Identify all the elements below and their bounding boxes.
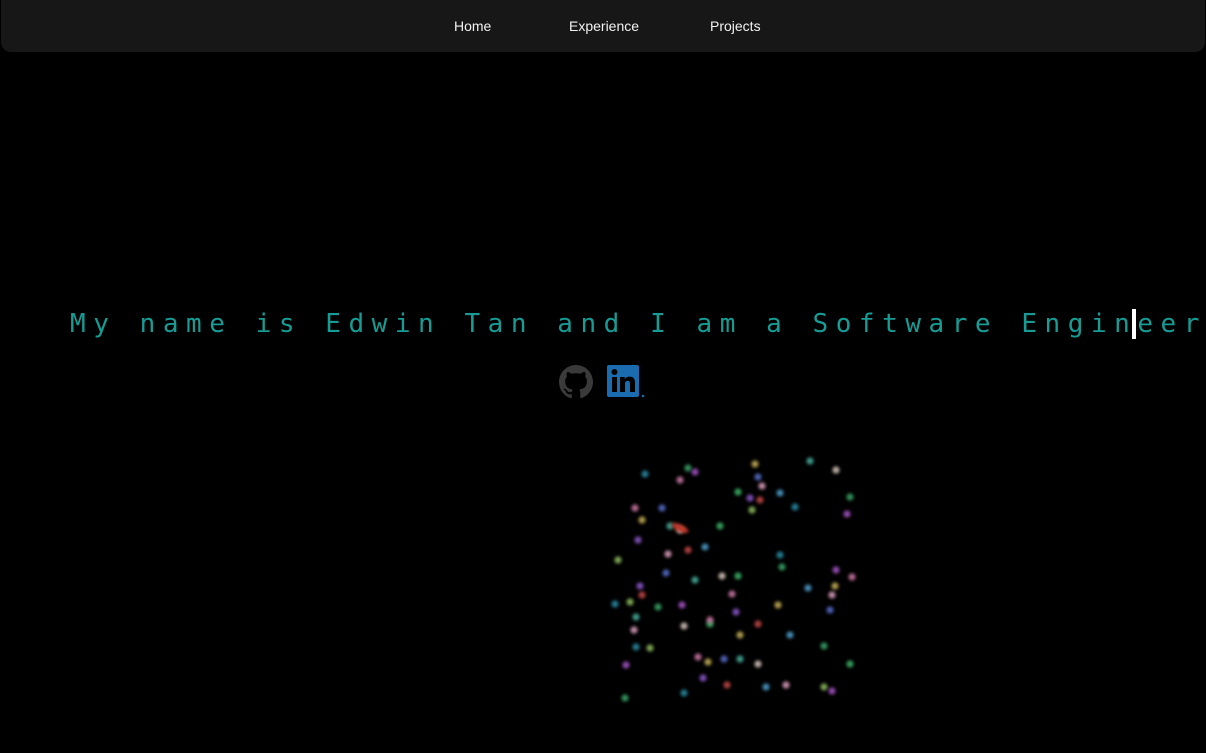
particle-dot	[691, 576, 699, 584]
particle-dot	[664, 550, 672, 558]
particle-dot	[754, 660, 762, 668]
particle-dot	[791, 503, 799, 511]
particle-dot	[720, 655, 728, 663]
particle-dot	[843, 510, 851, 518]
github-icon	[559, 365, 593, 399]
particle-dot	[694, 653, 702, 661]
particle-dot	[684, 546, 692, 554]
nav-projects-link[interactable]: Projects	[710, 17, 761, 35]
particle-dot	[611, 600, 619, 608]
particle-dot	[846, 493, 854, 501]
particle-dot	[734, 488, 742, 496]
particle-dot	[680, 622, 688, 630]
particle-dot	[746, 494, 754, 502]
linkedin-icon	[607, 365, 645, 398]
linkedin-link[interactable]	[607, 365, 647, 399]
particle-dot	[631, 504, 639, 512]
particle-dot	[806, 457, 814, 465]
particle-dot	[691, 468, 699, 476]
github-link[interactable]	[559, 365, 593, 399]
particle-dot	[736, 631, 744, 639]
particle-dot	[716, 522, 724, 530]
particle-dot	[626, 598, 634, 606]
particle-dot	[762, 683, 770, 691]
particle-dot	[641, 470, 649, 478]
particle-dot	[706, 616, 714, 624]
particle-dot	[748, 506, 756, 514]
top-navbar: Home Experience Projects	[1, 0, 1205, 52]
particle-dot	[621, 694, 629, 702]
particle-dot	[636, 582, 644, 590]
particle-dot	[684, 464, 692, 472]
particle-dot	[662, 569, 670, 577]
particle-dot	[638, 591, 646, 599]
particle-dot	[846, 660, 854, 668]
particle-dot	[680, 689, 688, 697]
particle-dot	[728, 590, 736, 598]
particle-dot	[820, 642, 828, 650]
particle-dot	[831, 582, 839, 590]
particle-dot	[754, 620, 762, 628]
typing-cursor	[1132, 309, 1136, 339]
particle-dot	[848, 573, 856, 581]
particle-dot	[776, 551, 784, 559]
particle-dot	[734, 572, 742, 580]
particle-dot	[723, 681, 731, 689]
particle-dot	[654, 603, 662, 611]
particle-dot	[832, 566, 840, 574]
particle-dot	[622, 661, 630, 669]
particle-dot	[826, 606, 834, 614]
particle-dot	[774, 601, 782, 609]
particle-dot	[646, 644, 654, 652]
particle-dot	[804, 584, 812, 592]
particle-dot	[782, 681, 790, 689]
particle-dot	[754, 473, 762, 481]
particle-dot	[736, 655, 744, 663]
particle-dot	[704, 658, 712, 666]
particle-dot	[828, 591, 836, 599]
hero-typed-headline: My name is Edwin Tan and I am a Software…	[70, 309, 1206, 339]
particle-dot	[758, 482, 766, 490]
particle-dot	[718, 572, 726, 580]
particle-dot	[832, 466, 840, 474]
particle-dot	[701, 543, 709, 551]
particle-dot	[678, 601, 686, 609]
particle-dot	[614, 556, 622, 564]
particle-dot	[751, 460, 759, 468]
particle-dot	[828, 687, 836, 695]
particle-dot	[632, 613, 640, 621]
nav-home-link[interactable]: Home	[454, 17, 491, 35]
particle-dot	[786, 631, 794, 639]
particle-dot	[820, 683, 828, 691]
particle-dot	[699, 674, 707, 682]
particle-dot	[632, 643, 640, 651]
particle-dot	[776, 489, 784, 497]
page: Home Experience Projects My name is Edwi…	[0, 0, 1206, 753]
particle-animation	[611, 457, 856, 702]
particle-dot	[638, 516, 646, 524]
nav-experience-link[interactable]: Experience	[569, 17, 639, 35]
particle-dot	[778, 563, 786, 571]
particle-dot	[630, 626, 638, 634]
particle-dot	[756, 496, 764, 504]
particle-dot	[676, 476, 684, 484]
particle-dot	[658, 504, 666, 512]
particle-dot	[732, 608, 740, 616]
particle-dot	[634, 536, 642, 544]
